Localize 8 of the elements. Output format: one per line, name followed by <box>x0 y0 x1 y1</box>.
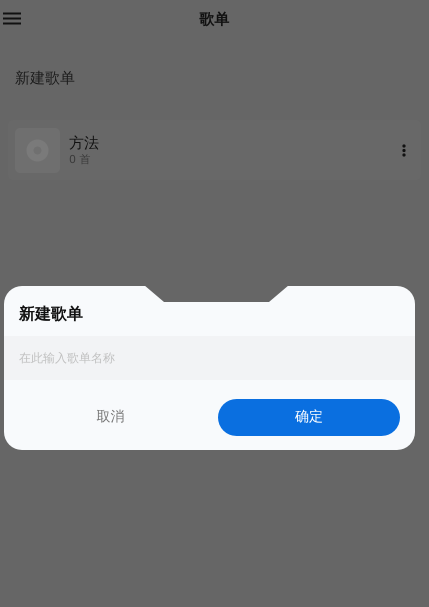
menu-icon[interactable] <box>3 12 21 25</box>
more-icon[interactable] <box>402 144 406 156</box>
dialog-title: 新建歌单 <box>19 303 83 325</box>
page-title: 歌单 <box>200 8 230 30</box>
new-playlist-link[interactable]: 新建歌单 <box>15 69 75 87</box>
playlist-name: 方法 <box>69 133 100 153</box>
cancel-button[interactable]: 取消 <box>19 399 202 436</box>
confirm-button[interactable]: 确定 <box>218 399 400 436</box>
